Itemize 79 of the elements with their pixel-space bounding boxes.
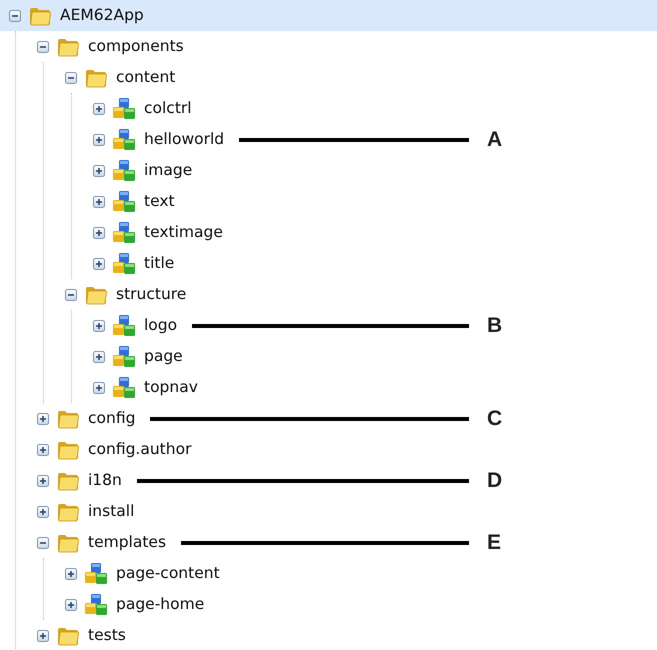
tree-row[interactable]: config.author [28,434,657,465]
expand-toggle-icon[interactable] [93,382,105,394]
node-label: components [88,36,184,57]
node-label: content [116,66,176,88]
expand-toggle-icon[interactable] [37,506,49,518]
cubes-icon [112,344,136,368]
tree-row[interactable]: helloworld A [84,124,657,155]
cubes-icon [112,314,136,338]
expand-toggle-icon[interactable] [37,630,49,642]
node-label: config.author [88,438,192,460]
cubes-icon [112,128,136,152]
node-label: title [144,252,174,274]
expand-toggle-icon[interactable] [93,258,105,270]
node-label: page-content [116,562,220,584]
node-label: page-home [116,594,204,615]
tree-row[interactable]: textimage [84,217,657,248]
cubes-icon [84,592,108,616]
node-label: image [144,160,192,181]
node-label: tests [88,624,126,646]
collapse-toggle-icon[interactable] [37,536,49,548]
node-label: structure [116,284,186,305]
expand-toggle-icon[interactable] [93,226,105,238]
tree-row[interactable]: config C [28,403,657,434]
node-label: AEM62App [60,4,144,26]
node-label: colctrl [144,98,192,119]
expand-toggle-icon[interactable] [93,320,105,332]
tree-row[interactable]: tests [28,620,657,650]
node-label: helloworld [144,128,224,150]
tree-row[interactable]: colctrl [84,93,657,124]
node-label: config [88,408,136,429]
node-label: i18n [88,470,122,491]
expand-toggle-icon[interactable] [37,474,49,486]
tree-row[interactable]: image [84,155,657,186]
cubes-icon [84,562,108,586]
cubes-icon [112,376,136,400]
tree-row[interactable]: structure [56,279,657,310]
node-label: logo [144,314,178,336]
cubes-icon [112,220,136,244]
expand-toggle-icon[interactable] [37,412,49,424]
expand-toggle-icon[interactable] [93,350,105,362]
expand-toggle-icon[interactable] [93,164,105,176]
cubes-icon [112,158,136,182]
tree-row[interactable]: content [56,62,657,93]
node-label: text [144,190,175,212]
expand-toggle-icon[interactable] [65,568,77,580]
tree-row[interactable]: logo B [84,310,657,341]
collapse-toggle-icon[interactable] [65,72,77,84]
node-label: templates [88,532,166,553]
annotation-letter: E [487,530,502,556]
tree-row[interactable]: AEM62App [0,0,657,31]
tree-row[interactable]: i18n D [28,465,657,496]
expand-toggle-icon[interactable] [65,598,77,610]
tree-row[interactable]: page-home [56,589,657,620]
tree-row[interactable]: page-content [56,558,657,589]
node-label: topnav [144,376,198,398]
collapse-toggle-icon[interactable] [65,288,77,300]
annotation-letter: C [487,406,504,432]
tree-row[interactable]: text [84,186,657,217]
collapse-toggle-icon[interactable] [37,40,49,52]
collapse-toggle-icon[interactable] [9,10,21,22]
cubes-icon [112,252,136,276]
expand-toggle-icon[interactable] [37,444,49,456]
node-label: install [88,500,134,522]
cubes-icon [112,96,136,120]
node-label: page [144,346,183,367]
tree-row[interactable]: templates E [28,527,657,558]
annotation-letter: A [487,126,504,153]
tree-row[interactable]: install [28,496,657,527]
node-label: textimage [144,222,223,243]
annotation-letter: D [487,468,504,494]
annotation-letter: B [487,312,504,339]
cubes-icon [112,190,136,214]
expand-toggle-icon[interactable] [93,102,105,114]
tree-row[interactable]: title [84,248,657,279]
tree-row[interactable]: topnav [84,372,657,403]
expand-toggle-icon[interactable] [93,134,105,146]
expand-toggle-icon[interactable] [93,196,105,208]
tree-row[interactable]: components [28,31,657,62]
tree-row[interactable]: page [84,341,657,372]
